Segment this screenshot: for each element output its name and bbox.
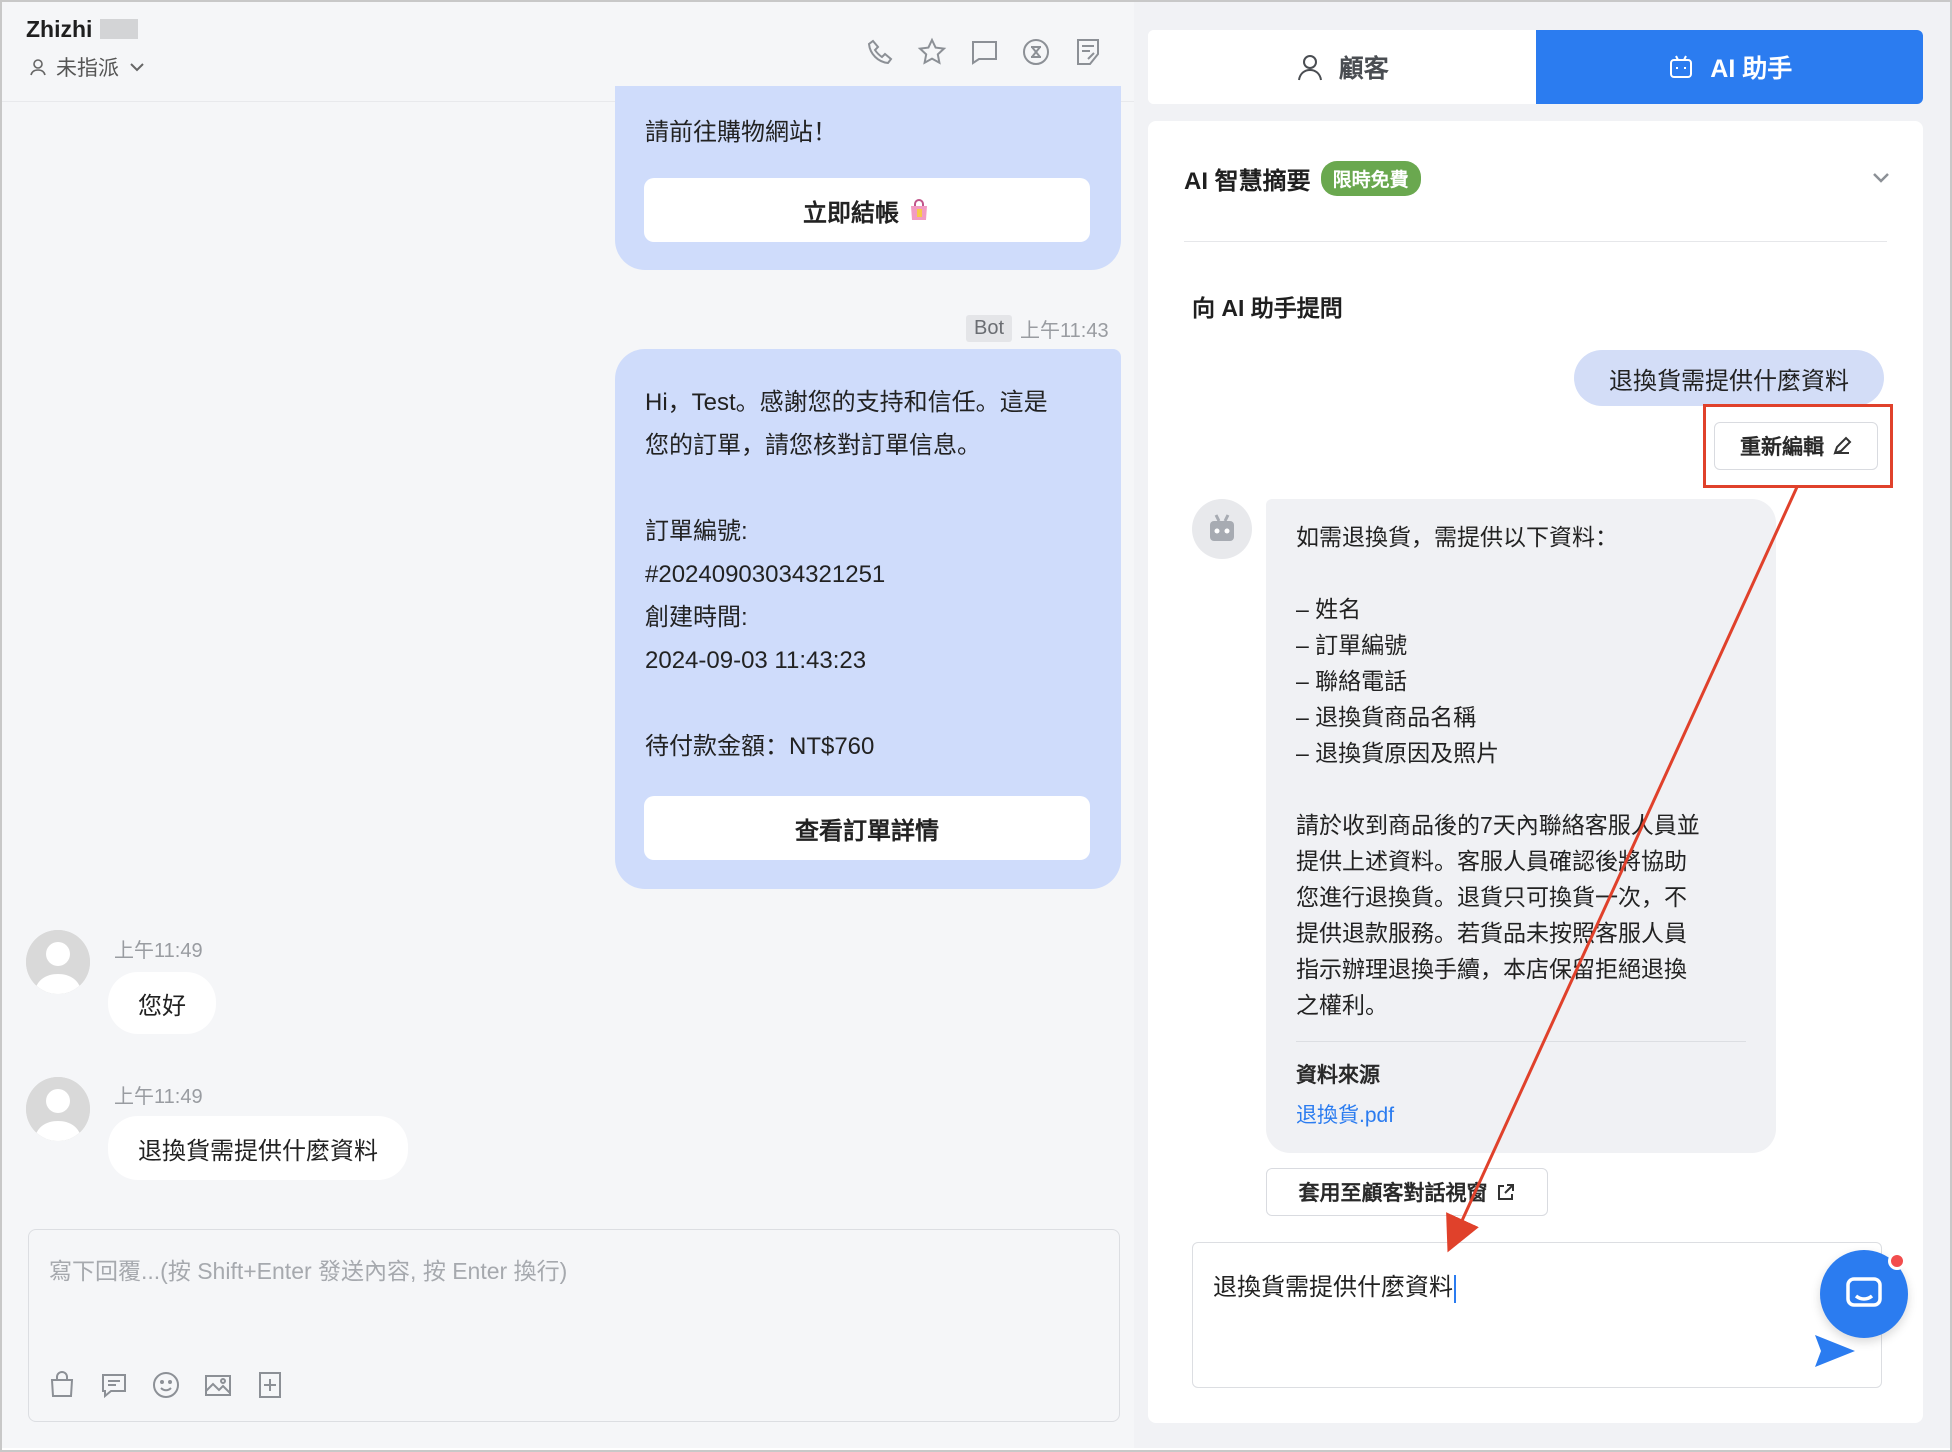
header-actions xyxy=(864,36,1104,68)
apply-to-chat-button[interactable]: 套用至顧客對話視窗 xyxy=(1266,1168,1548,1216)
customer-message: 退換貨需提供什麼資料 xyxy=(108,1116,408,1180)
ai-answer-bubble: 如需退換貨，需提供以下資料： – 姓名 – 訂單編號 – 聯絡電話 – 退換貨商… xyxy=(1266,499,1776,1153)
bot-message-meta: Bot 上午11:43 xyxy=(966,314,1109,343)
side-panel: 顧客 AI 助手 AI 智慧摘要 限時免費 向 AI 助手提問 退換貨需提供什麼… xyxy=(1134,2,1950,1448)
order-line: #20240903034321251 xyxy=(645,561,886,588)
bot-avatar xyxy=(1192,499,1252,559)
tab-label: AI 助手 xyxy=(1710,55,1793,83)
chat-bubble-icon xyxy=(1846,1277,1882,1307)
answer-line: 之權利。 xyxy=(1296,992,1388,1018)
answer-line: 如需退換貨，需提供以下資料： xyxy=(1296,524,1618,550)
order-details: Hi，Test。感謝您的支持和信任。這是 您的訂單，請您核對訂單信息。 訂單編號… xyxy=(645,381,1048,768)
bot-message-text: 請前往購物網站！ xyxy=(645,119,837,146)
order-line: Hi，Test。感謝您的支持和信任。這是 xyxy=(645,389,1048,416)
tab-label: 顧客 xyxy=(1338,55,1389,83)
order-line: 待付款金額：NT$760 xyxy=(645,733,875,760)
chat-pane: Zhizhi 未指派 請前往購物網站！ 立即結帳 Bot 上午11:43 Hi，… xyxy=(2,2,1134,1448)
answer-line xyxy=(1296,771,1756,807)
emoji-icon[interactable] xyxy=(151,1370,183,1402)
image-icon[interactable] xyxy=(203,1370,235,1402)
answer-line: 指示辦理退換手續，本店保留拒絕退換 xyxy=(1296,956,1687,982)
bot-tag: Bot xyxy=(966,315,1013,342)
customer-message: 您好 xyxy=(108,972,216,1034)
shopping-bag-icon xyxy=(911,199,927,220)
order-line: 訂單編號: xyxy=(645,518,748,545)
tab-ai-assistant[interactable]: AI 助手 xyxy=(1535,30,1923,104)
user-icon xyxy=(30,59,46,76)
view-order-button[interactable]: 查看訂單詳情 xyxy=(644,796,1090,860)
divider xyxy=(1184,241,1887,242)
chevron-down-icon xyxy=(130,63,144,72)
order-line: 創建時間: xyxy=(645,604,748,631)
answer-line: – 退換貨商品名稱 xyxy=(1296,704,1477,730)
source-title: 資料來源 xyxy=(1296,1064,1380,1087)
chevron-down-icon[interactable] xyxy=(1869,165,1893,189)
order-line xyxy=(645,682,1048,725)
panel-tabs: 顧客 AI 助手 xyxy=(1148,30,1923,104)
ai-summary-title: AI 智慧摘要 xyxy=(1184,168,1311,195)
message-icon[interactable] xyxy=(968,36,1000,68)
bot-message-bubble: 請前往購物網站！ 立即結帳 xyxy=(615,86,1121,270)
answer-line: 提供上述資料。客服人員確認後將協助 xyxy=(1296,848,1687,874)
answer-line: – 聯絡電話 xyxy=(1296,668,1408,694)
answer-line: – 退換貨原因及照片 xyxy=(1296,740,1500,766)
answer-line: 您進行退換貨。退貨只可換貨一次，不 xyxy=(1296,884,1687,910)
answer-line: 提供退款服務。若貨品未按照客服人員 xyxy=(1296,920,1687,946)
assignment-dropdown[interactable]: 未指派 xyxy=(28,52,147,82)
order-line xyxy=(645,467,1048,510)
reply-input[interactable]: 寫下回覆...(按 Shift+Enter 發送內容, 按 Enter 換行) xyxy=(28,1229,1120,1422)
assignment-label: 未指派 xyxy=(56,57,119,80)
message-time: 上午11:49 xyxy=(114,1086,203,1108)
reply-toolbar xyxy=(47,1370,287,1402)
order-message-bubble: Hi，Test。感謝您的支持和信任。這是 您的訂單，請您核對訂單信息。 訂單編號… xyxy=(615,349,1121,889)
quick-reply-icon[interactable] xyxy=(99,1370,131,1402)
text-caret xyxy=(1454,1274,1456,1303)
divider xyxy=(1296,1041,1746,1042)
ai-summary-header[interactable]: AI 智慧摘要 限時免費 xyxy=(1184,161,1421,196)
contact-name: Zhizhi xyxy=(26,16,93,42)
close-circle-icon[interactable] xyxy=(1020,36,1052,68)
answer-line: 請於收到商品後的7天內聯絡客服人員並 xyxy=(1296,812,1700,838)
phone-icon[interactable] xyxy=(864,36,896,68)
checkout-button[interactable]: 立即結帳 xyxy=(644,178,1090,242)
order-line: 您的訂單，請您核對訂單信息。 xyxy=(645,432,981,459)
message-time: 上午11:43 xyxy=(1020,320,1109,342)
ask-ai-title: 向 AI 助手提問 xyxy=(1192,295,1343,321)
user-question-bubble: 退換貨需提供什麼資料 xyxy=(1574,350,1884,406)
answer-line: – 訂單編號 xyxy=(1296,632,1408,658)
bag-icon[interactable] xyxy=(47,1370,79,1402)
ai-assistant-card: AI 智慧摘要 限時免費 向 AI 助手提問 退換貨需提供什麼資料 重新編輯 如… xyxy=(1148,121,1923,1423)
input-text: 退換貨需提供什麼資料 xyxy=(1213,1274,1453,1301)
note-icon[interactable] xyxy=(1072,36,1104,68)
ask-ai-input[interactable]: 退換貨需提供什麼資料 xyxy=(1192,1242,1882,1388)
tab-customer[interactable]: 顧客 xyxy=(1148,30,1536,104)
checkout-button-label: 立即結帳 xyxy=(803,199,899,227)
add-note-icon[interactable] xyxy=(255,1370,287,1402)
user-icon xyxy=(1297,55,1322,81)
order-line: 2024-09-03 11:43:23 xyxy=(645,647,867,674)
apply-button-label: 套用至顧客對話視窗 xyxy=(1298,1182,1488,1205)
ask-ai-input-value: 退換貨需提供什麼資料 xyxy=(1213,1267,1456,1303)
message-time: 上午11:49 xyxy=(114,940,203,962)
star-icon[interactable] xyxy=(916,36,948,68)
redacted-name xyxy=(100,19,138,39)
free-badge: 限時免費 xyxy=(1320,161,1421,196)
source-link[interactable]: 退換貨.pdf xyxy=(1296,1099,1394,1129)
robot-icon xyxy=(1670,55,1693,78)
avatar xyxy=(26,1077,90,1141)
avatar xyxy=(26,930,90,994)
answer-line: – 姓名 xyxy=(1296,596,1362,622)
robot-icon xyxy=(1210,514,1234,541)
answer-line xyxy=(1296,555,1756,591)
notification-dot xyxy=(1888,1252,1906,1270)
send-icon[interactable] xyxy=(1813,1333,1857,1369)
external-link-icon xyxy=(1497,1184,1514,1200)
reply-placeholder: 寫下回覆...(按 Shift+Enter 發送內容, 按 Enter 換行) xyxy=(49,1258,568,1284)
ai-answer-text: 如需退換貨，需提供以下資料： – 姓名 – 訂單編號 – 聯絡電話 – 退換貨商… xyxy=(1296,519,1756,1023)
annotation-highlight-box xyxy=(1703,404,1893,488)
